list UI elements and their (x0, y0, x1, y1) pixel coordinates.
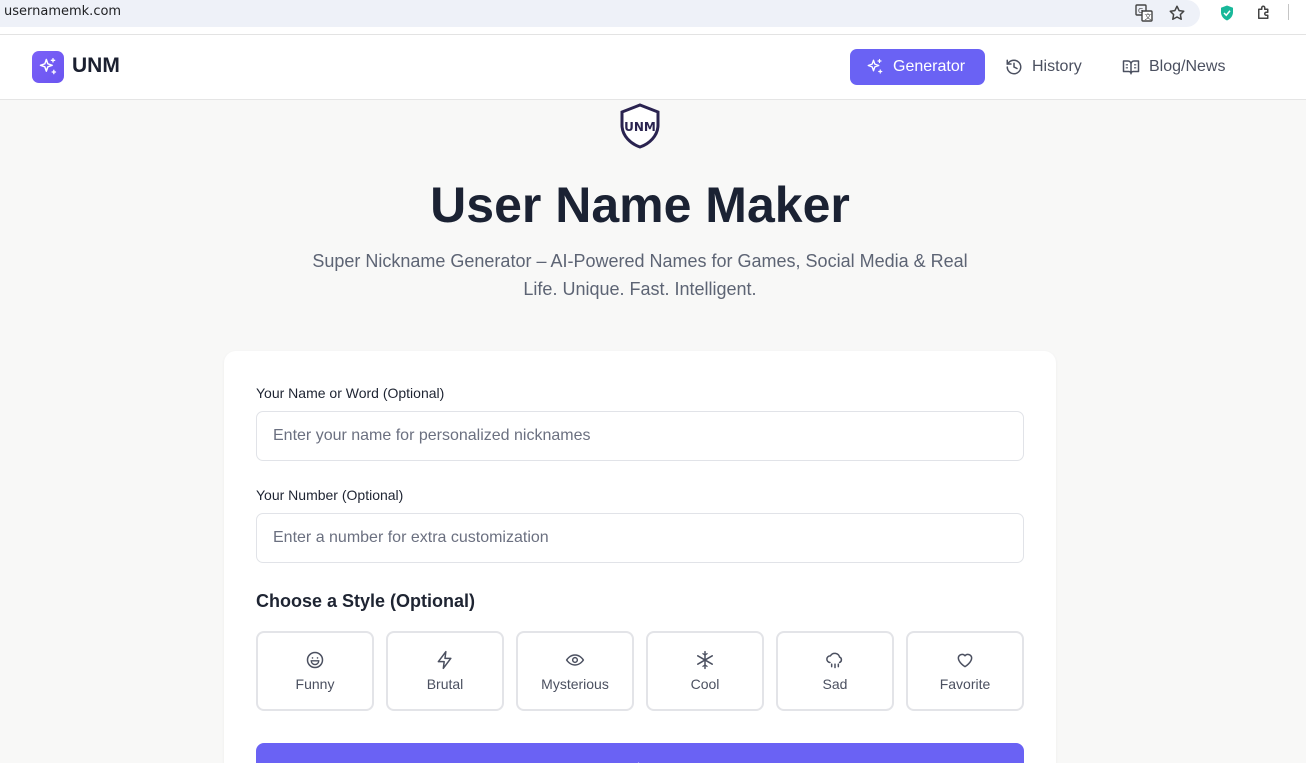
eye-icon (565, 654, 585, 666)
extensions-puzzle-icon[interactable] (1253, 2, 1275, 24)
name-input[interactable] (256, 411, 1024, 461)
snowflake-icon (697, 650, 713, 670)
style-brutal[interactable]: Brutal (386, 631, 504, 711)
number-input[interactable] (256, 513, 1024, 563)
brand-name[interactable]: UNM (72, 54, 120, 78)
nav-generator[interactable]: Generator (850, 49, 985, 85)
nav-generator-label: Generator (893, 58, 966, 75)
svg-text:G: G (1138, 7, 1143, 15)
nav-history-label: History (1032, 58, 1082, 75)
generator-card: Your Name or Word (Optional) Your Number… (224, 351, 1056, 763)
style-cool-label: Cool (690, 676, 720, 692)
style-cool[interactable]: Cool (646, 631, 764, 711)
style-sad-label: Sad (822, 676, 848, 692)
style-section-title: Choose a Style (Optional) (256, 591, 476, 611)
style-favorite-label: Favorite (939, 676, 991, 692)
style-mysterious[interactable]: Mysterious (516, 631, 634, 711)
style-favorite[interactable]: Favorite (906, 631, 1024, 711)
sparkles-icon (39, 58, 57, 75)
lightning-icon (437, 650, 452, 670)
style-mysterious-label: Mysterious (541, 676, 609, 692)
page-subtitle: Super Nickname Generator – AI-Powered Na… (312, 251, 968, 299)
style-sad[interactable]: Sad (776, 631, 894, 711)
nav-blog-news[interactable]: Blog/News (1106, 49, 1241, 85)
url-text[interactable]: usernamemk.com (4, 4, 121, 19)
generate-button[interactable] (256, 743, 1024, 763)
toolbar-divider (1288, 4, 1289, 20)
nav-history[interactable]: History (989, 49, 1098, 85)
name-field-label: Your Name or Word (Optional) (256, 385, 445, 401)
bookmark-star-icon[interactable] (1166, 2, 1188, 24)
history-icon (1006, 59, 1022, 75)
page-title: User Name Maker (430, 177, 850, 233)
cloud-rain-icon (826, 652, 843, 669)
brand-logo[interactable] (32, 51, 64, 83)
translate-icon[interactable]: G文 (1133, 2, 1155, 24)
style-funny[interactable]: Funny (256, 631, 374, 711)
shield-logo-text: UNM (624, 120, 656, 134)
browser-toolbar: usernamemk.com G文 (0, 0, 1306, 35)
unm-shield-logo: UNM (618, 103, 662, 149)
nav-blog-label: Blog/News (1149, 58, 1226, 75)
svg-text:文: 文 (1145, 12, 1152, 21)
book-open-icon (1122, 60, 1140, 75)
style-funny-label: Funny (295, 676, 335, 692)
style-options: Funny Brutal Mysterious Cool Sad Favorit… (256, 631, 1024, 711)
address-bar[interactable]: usernamemk.com (0, 0, 1200, 27)
style-brutal-label: Brutal (426, 676, 464, 692)
site-navbar: UNM Generator History Blog/News (0, 35, 1306, 100)
number-field-label: Your Number (Optional) (256, 487, 404, 503)
heart-icon (957, 653, 973, 668)
smile-icon (306, 651, 324, 669)
sparkles-icon (867, 58, 883, 74)
shield-extension-icon[interactable] (1216, 2, 1238, 24)
